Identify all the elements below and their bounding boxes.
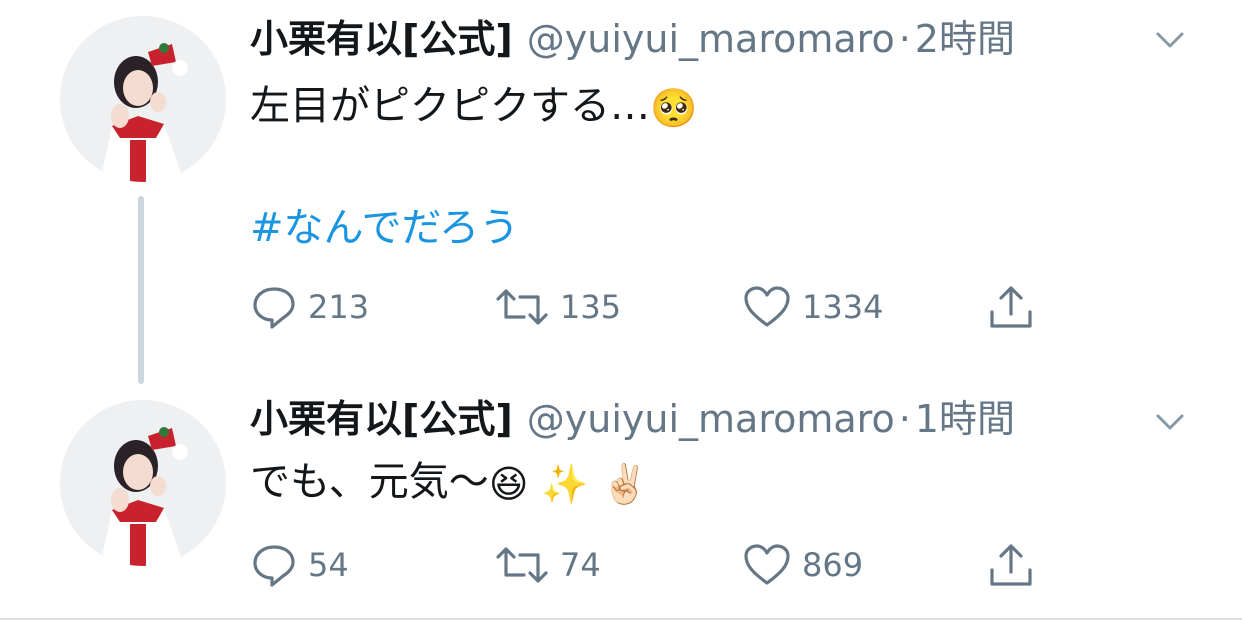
reply-button[interactable]: 54 [250,540,349,590]
hashtag-link[interactable]: #なんでだろう [250,202,519,254]
profile-photo-icon [60,400,226,566]
timestamp[interactable]: 1時間 [915,397,1015,441]
sparkles-emoji: ✨ [541,462,589,506]
speech-bubble-icon [253,287,295,329]
tweet-2[interactable]: 小栗有以[公式] @yuiyui_maromaro · 1時間 でも、元気〜😆 ✨ ✌… [0,386,1242,618]
avatar[interactable] [60,16,226,182]
like-count: 1334 [802,288,884,326]
like-count: 869 [802,546,864,584]
reply-button[interactable]: 213 [250,282,369,332]
pleading-face-emoji: 🥺 [650,86,698,130]
chevron-down-icon [1156,32,1184,48]
tweet-header: 小栗有以[公式] @yuiyui_maromaro · 2時間 [250,16,1015,62]
display-name[interactable]: 小栗有以[公式] [250,17,513,61]
like-button[interactable]: 869 [742,540,863,590]
separator-dot: · [898,397,911,441]
tweet-text: でも、元気〜😆 ✨ ✌🏻 [250,456,649,510]
reply-count: 213 [308,288,370,326]
chevron-down-icon [1156,414,1184,430]
retweet-arrows-icon [496,289,548,325]
retweet-button[interactable]: 135 [494,282,621,332]
grinning-squinting-face-emoji: 😆 [488,462,529,506]
share-button[interactable] [986,282,1036,332]
tweet-actions: 54 74 869 [250,540,1050,590]
heart-outline-icon [744,286,790,327]
divider [0,618,1242,620]
share-upload-icon [990,544,1032,586]
tweet-header: 小栗有以[公式] @yuiyui_maromaro · 1時間 [250,396,1015,442]
victory-hand-emoji: ✌🏻 [601,462,649,506]
heart-outline-icon [744,544,790,585]
speech-bubble-icon [253,545,295,587]
profile-photo-icon [60,16,226,182]
retweet-arrows-icon [496,547,548,583]
timestamp[interactable]: 2時間 [915,17,1015,61]
retweet-count: 74 [560,546,601,584]
share-upload-icon [990,286,1032,328]
tweet-actions: 213 135 1334 [250,282,1050,332]
tweet-text-content: 左目がピクピクする… [250,83,650,129]
retweet-count: 135 [560,288,622,326]
separator-dot: · [898,17,911,61]
user-handle[interactable]: @yuiyui_maromaro [527,397,895,441]
like-button[interactable]: 1334 [742,282,883,332]
user-handle[interactable]: @yuiyui_maromaro [527,17,895,61]
tweet-1[interactable]: 小栗有以[公式] @yuiyui_maromaro · 2時間 左目がピクピクする…🥺… [0,0,1242,386]
tweet-text: 左目がピクピクする…🥺 [250,80,697,134]
reply-count: 54 [308,546,349,584]
thread-connector-line [138,196,144,384]
display-name[interactable]: 小栗有以[公式] [250,397,513,441]
more-options-button[interactable] [1152,28,1188,52]
retweet-button[interactable]: 74 [494,540,601,590]
more-options-button[interactable] [1152,410,1188,434]
share-button[interactable] [986,540,1036,590]
avatar[interactable] [60,400,226,566]
tweet-text-content: でも、元気〜 [250,459,489,505]
